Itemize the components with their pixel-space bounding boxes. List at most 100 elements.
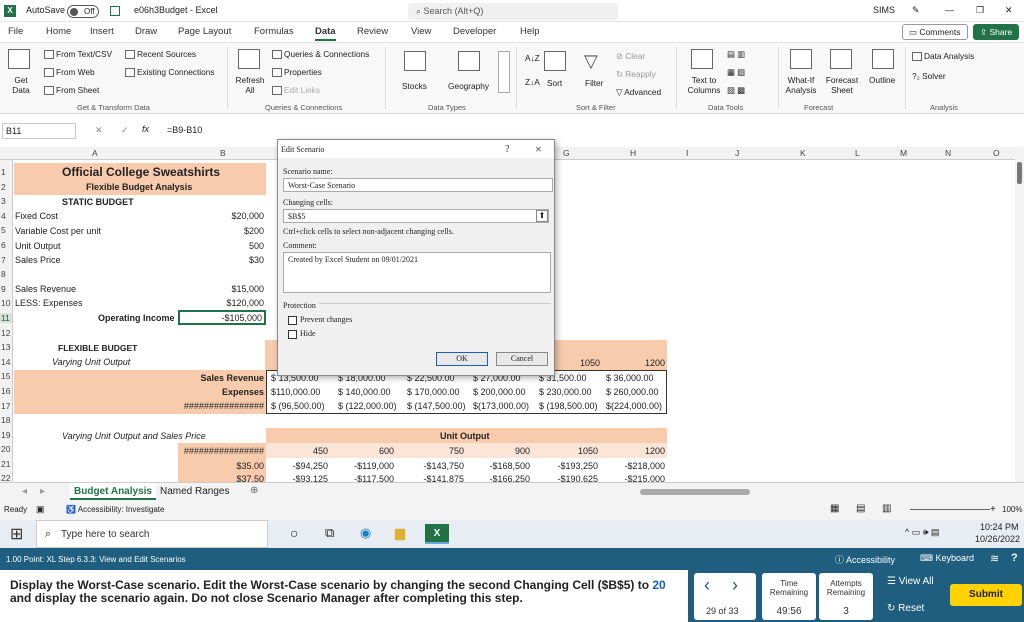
data-table-header-cell[interactable]: 1200 bbox=[616, 446, 665, 456]
minimize-icon[interactable]: — bbox=[945, 5, 954, 15]
table-cell[interactable]: $ 230,000.00 bbox=[539, 387, 592, 397]
table-cell[interactable]: $(173,000.00) bbox=[473, 401, 529, 411]
row-header[interactable]: 4 bbox=[0, 211, 12, 221]
stocks-button[interactable]: Stocks bbox=[402, 81, 427, 91]
edge-icon[interactable]: ◉ bbox=[360, 525, 371, 541]
task-view-icon[interactable]: ⧉ bbox=[325, 525, 334, 541]
advanced-button[interactable]: ▽ Advanced bbox=[616, 87, 661, 97]
help-icon[interactable]: ? bbox=[505, 144, 509, 155]
data-validation-icon[interactable]: ▨ ▩ bbox=[727, 85, 745, 95]
page-layout-view-icon[interactable]: ▤ bbox=[856, 503, 865, 514]
scroll-thumb[interactable] bbox=[1017, 162, 1022, 184]
unit-output-header-cell[interactable]: 1200 bbox=[620, 358, 665, 368]
ok-button[interactable]: OK bbox=[436, 352, 488, 366]
accessibility-status[interactable]: ♿ Accessibility: Investigate bbox=[66, 505, 164, 514]
column-header[interactable]: K bbox=[800, 148, 806, 158]
tab-review[interactable]: Review bbox=[357, 26, 388, 37]
reset-button[interactable]: ↻ Reset bbox=[887, 603, 924, 614]
overflow-hashes[interactable]: ################ bbox=[180, 401, 264, 411]
restore-icon[interactable]: ❐ bbox=[976, 5, 984, 16]
table-cell[interactable]: $ (96,500.00) bbox=[271, 401, 325, 411]
reapply-button[interactable]: ↻ Reapply bbox=[616, 69, 656, 79]
get-data-button[interactable]: Get Data bbox=[8, 75, 34, 95]
column-header[interactable]: M bbox=[900, 148, 907, 158]
from-text-button[interactable]: From Text/CSV bbox=[44, 49, 112, 60]
save-icon[interactable] bbox=[110, 6, 120, 16]
table-cell[interactable]: $ (122,000.00) bbox=[338, 401, 397, 411]
outline-button[interactable]: Outline bbox=[869, 75, 895, 85]
queries-connections-button[interactable]: Queries & Connections bbox=[272, 49, 369, 60]
text-to-columns-button[interactable]: Text to Columns bbox=[684, 75, 724, 95]
next-step-icon[interactable]: › bbox=[732, 575, 738, 596]
tab-formulas[interactable]: Formulas bbox=[254, 26, 294, 37]
zoom-in-icon[interactable]: + bbox=[990, 504, 996, 515]
edit-links-button[interactable]: Edit Links bbox=[272, 85, 320, 96]
clock-date[interactable]: 10/26/2022 bbox=[975, 534, 1020, 544]
unit-output-value[interactable]: 500 bbox=[200, 241, 264, 251]
tab-file[interactable]: File bbox=[8, 26, 23, 37]
formula-input[interactable]: =B9-B10 bbox=[167, 125, 202, 135]
autosave-toggle[interactable]: Off bbox=[67, 5, 99, 18]
row-header[interactable]: 1 bbox=[0, 167, 12, 177]
data-table-cell[interactable]: -$143,750 bbox=[404, 461, 464, 471]
from-sheet-button[interactable]: From Sheet bbox=[44, 85, 99, 96]
taskbar-search-box[interactable]: ⌕ Type here to search bbox=[36, 520, 268, 548]
sales-revenue-value[interactable]: $15,000 bbox=[200, 284, 264, 294]
table-cell[interactable]: $ 260,000.00 bbox=[606, 387, 659, 397]
row-header[interactable]: 3 bbox=[0, 196, 12, 206]
tab-developer[interactable]: Developer bbox=[453, 26, 496, 37]
close-window-icon[interactable]: ✕ bbox=[1005, 5, 1013, 16]
row-header[interactable]: 2 bbox=[0, 182, 12, 192]
file-explorer-icon[interactable]: ▆ bbox=[395, 525, 405, 541]
sheet-tab-named-ranges[interactable]: Named Ranges bbox=[160, 486, 229, 497]
column-header[interactable]: O bbox=[993, 148, 1000, 158]
row-header[interactable]: 20 bbox=[0, 444, 12, 454]
tab-insert[interactable]: Insert bbox=[90, 26, 114, 37]
data-table-header-cell[interactable]: 1050 bbox=[550, 446, 598, 456]
column-header[interactable]: J bbox=[735, 148, 739, 158]
prevent-changes-checkbox[interactable]: Prevent changes bbox=[288, 315, 352, 325]
clear-button[interactable]: ⊘ Clear bbox=[616, 51, 645, 61]
what-if-button[interactable]: What-If Analysis bbox=[784, 75, 818, 95]
geography-button[interactable]: Geography bbox=[448, 81, 489, 91]
collapse-dialog-icon[interactable]: ⬆ bbox=[536, 210, 548, 222]
function-icon[interactable]: fx bbox=[142, 124, 149, 134]
changing-cells-input[interactable]: $B$5 bbox=[283, 209, 549, 223]
row-header[interactable]: 16 bbox=[0, 386, 12, 396]
add-sheet-icon[interactable]: ⊕ bbox=[250, 485, 258, 496]
data-table-header-cell[interactable]: 750 bbox=[414, 446, 464, 456]
row-header[interactable]: 9 bbox=[0, 284, 12, 294]
system-tray-icons[interactable]: ^ ▭ 🕪 ▤ bbox=[905, 527, 939, 538]
cortana-icon[interactable]: ○ bbox=[290, 525, 298, 541]
data-table-header-cell[interactable]: 900 bbox=[482, 446, 530, 456]
flash-fill-icon[interactable]: ▤ ▥ bbox=[727, 49, 745, 59]
comments-button[interactable]: ▭ Comments bbox=[902, 24, 968, 40]
data-table-header-cell[interactable]: 450 bbox=[280, 446, 328, 456]
tab-help[interactable]: Help bbox=[520, 26, 540, 37]
prev-step-icon[interactable]: ‹ bbox=[704, 575, 710, 596]
column-header[interactable]: A bbox=[92, 148, 98, 158]
share-button[interactable]: ⇪ Share bbox=[973, 24, 1020, 40]
table-cell[interactable]: $ 140,000.00 bbox=[338, 387, 391, 397]
properties-button[interactable]: Properties bbox=[272, 67, 322, 78]
cancel-button[interactable]: Cancel bbox=[496, 352, 548, 366]
selected-cell-b11[interactable]: -$105,000 bbox=[178, 310, 266, 325]
horizontal-scroll-thumb[interactable] bbox=[640, 489, 750, 495]
table-cell[interactable]: $ 200,000.00 bbox=[473, 387, 526, 397]
row-header[interactable]: 14 bbox=[0, 357, 12, 367]
column-header[interactable]: G bbox=[563, 148, 570, 158]
name-box[interactable]: B11 bbox=[2, 123, 76, 139]
fixed-cost-value[interactable]: $20,000 bbox=[200, 211, 264, 221]
row-header[interactable]: 21 bbox=[0, 459, 12, 469]
row-header[interactable]: 17 bbox=[0, 401, 12, 411]
row-header[interactable]: 19 bbox=[0, 430, 12, 440]
normal-view-icon[interactable]: ▦ bbox=[830, 503, 839, 514]
sales-price-value[interactable]: $30 bbox=[200, 255, 264, 265]
row-header[interactable]: 6 bbox=[0, 240, 12, 250]
windows-start-icon[interactable]: ⊞ bbox=[10, 524, 23, 544]
tab-page-layout[interactable]: Page Layout bbox=[178, 26, 231, 37]
data-types-scroll[interactable] bbox=[498, 51, 510, 93]
row-header[interactable]: 7 bbox=[0, 255, 12, 265]
submit-button[interactable]: Submit bbox=[950, 584, 1022, 606]
data-table-cell[interactable]: -$94,250 bbox=[270, 461, 328, 471]
